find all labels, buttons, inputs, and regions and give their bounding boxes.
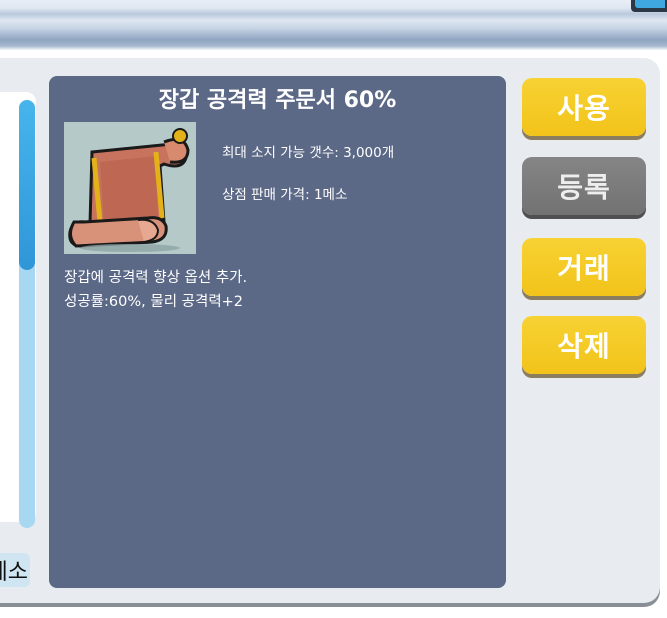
scroll-icon: [64, 122, 196, 254]
delete-button[interactable]: 삭제: [522, 316, 646, 374]
meso-label: 메소: [0, 553, 30, 587]
scrollbar-thumb[interactable]: [19, 100, 35, 270]
item-description: 장갑에 공격력 향상 옵션 추가. 성공률:60%, 물리 공격력+2: [64, 266, 247, 314]
corner-button[interactable]: [631, 0, 667, 12]
max-stack-info: 최대 소지 가능 갯수: 3,000개: [222, 145, 395, 161]
top-bar: [0, 0, 667, 50]
use-button[interactable]: 사용: [522, 78, 646, 136]
item-title: 장갑 공격력 주문서 60%: [158, 88, 397, 113]
trade-button[interactable]: 거래: [522, 238, 646, 296]
register-button[interactable]: 등록: [522, 157, 646, 215]
description-line-2: 성공률:60%, 물리 공격력+2: [64, 294, 244, 310]
description-line-1: 장갑에 공격력 향상 옵션 추가.: [64, 270, 248, 286]
shop-price-info: 상점 판매 가격: 1메소: [222, 187, 348, 203]
